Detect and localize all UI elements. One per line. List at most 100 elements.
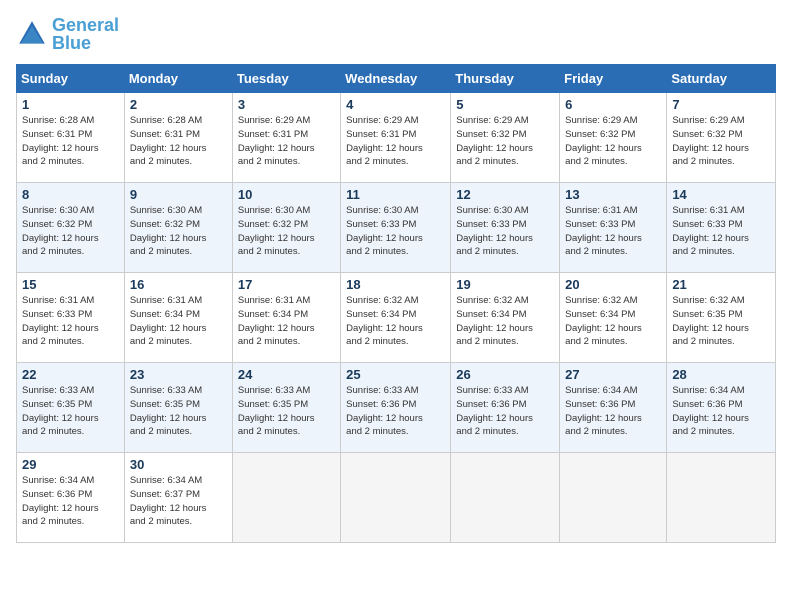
day-number: 13 — [565, 187, 661, 202]
day-info: Sunrise: 6:32 AM Sunset: 6:34 PM Dayligh… — [456, 294, 554, 349]
day-number: 27 — [565, 367, 661, 382]
calendar-cell: 14 Sunrise: 6:31 AM Sunset: 6:33 PM Dayli… — [667, 183, 776, 273]
day-info: Sunrise: 6:31 AM Sunset: 6:33 PM Dayligh… — [565, 204, 661, 259]
day-number: 2 — [130, 97, 227, 112]
day-number: 5 — [456, 97, 554, 112]
day-number: 28 — [672, 367, 770, 382]
day-number: 25 — [346, 367, 445, 382]
calendar-week-row: 1 Sunrise: 6:28 AM Sunset: 6:31 PM Daylig… — [17, 93, 776, 183]
calendar-cell: 9 Sunrise: 6:30 AM Sunset: 6:32 PM Daylig… — [124, 183, 232, 273]
day-info: Sunrise: 6:30 AM Sunset: 6:33 PM Dayligh… — [456, 204, 554, 259]
day-info: Sunrise: 6:29 AM Sunset: 6:32 PM Dayligh… — [456, 114, 554, 169]
day-number: 20 — [565, 277, 661, 292]
day-number: 24 — [238, 367, 335, 382]
day-info: Sunrise: 6:31 AM Sunset: 6:34 PM Dayligh… — [130, 294, 227, 349]
day-info: Sunrise: 6:32 AM Sunset: 6:34 PM Dayligh… — [346, 294, 445, 349]
calendar-week-row: 29 Sunrise: 6:34 AM Sunset: 6:36 PM Dayli… — [17, 453, 776, 543]
calendar-cell — [667, 453, 776, 543]
calendar-cell: 30 Sunrise: 6:34 AM Sunset: 6:37 PM Dayli… — [124, 453, 232, 543]
day-info: Sunrise: 6:34 AM Sunset: 6:37 PM Dayligh… — [130, 474, 227, 529]
calendar-cell: 25 Sunrise: 6:33 AM Sunset: 6:36 PM Dayli… — [341, 363, 451, 453]
day-number: 9 — [130, 187, 227, 202]
day-info: Sunrise: 6:29 AM Sunset: 6:32 PM Dayligh… — [565, 114, 661, 169]
logo-icon — [16, 18, 48, 50]
weekday-header-wednesday: Wednesday — [341, 65, 451, 93]
day-number: 14 — [672, 187, 770, 202]
calendar-table: SundayMondayTuesdayWednesdayThursdayFrid… — [16, 64, 776, 543]
calendar-cell: 20 Sunrise: 6:32 AM Sunset: 6:34 PM Dayli… — [560, 273, 667, 363]
day-number: 18 — [346, 277, 445, 292]
day-info: Sunrise: 6:28 AM Sunset: 6:31 PM Dayligh… — [130, 114, 227, 169]
day-info: Sunrise: 6:33 AM Sunset: 6:36 PM Dayligh… — [346, 384, 445, 439]
day-number: 10 — [238, 187, 335, 202]
calendar-cell: 21 Sunrise: 6:32 AM Sunset: 6:35 PM Dayli… — [667, 273, 776, 363]
calendar-cell: 22Sunrise: 6:33 AM Sunset: 6:35 PM Dayli… — [17, 363, 125, 453]
day-info: Sunrise: 6:31 AM Sunset: 6:33 PM Dayligh… — [22, 294, 119, 349]
logo-text: General Blue — [52, 16, 119, 52]
calendar-cell: 4 Sunrise: 6:29 AM Sunset: 6:31 PM Daylig… — [341, 93, 451, 183]
calendar-cell: 13 Sunrise: 6:31 AM Sunset: 6:33 PM Dayli… — [560, 183, 667, 273]
day-info: Sunrise: 6:32 AM Sunset: 6:35 PM Dayligh… — [672, 294, 770, 349]
calendar-cell: 17 Sunrise: 6:31 AM Sunset: 6:34 PM Dayli… — [232, 273, 340, 363]
header: General Blue — [16, 16, 776, 52]
calendar-week-row: 15 Sunrise: 6:31 AM Sunset: 6:33 PM Dayli… — [17, 273, 776, 363]
day-info: Sunrise: 6:30 AM Sunset: 6:32 PM Dayligh… — [238, 204, 335, 259]
calendar-cell: 16 Sunrise: 6:31 AM Sunset: 6:34 PM Dayli… — [124, 273, 232, 363]
day-info: Sunrise: 6:30 AM Sunset: 6:32 PM Dayligh… — [130, 204, 227, 259]
day-number: 21 — [672, 277, 770, 292]
day-number: 23 — [130, 367, 227, 382]
calendar-cell: 26 Sunrise: 6:33 AM Sunset: 6:36 PM Dayli… — [451, 363, 560, 453]
day-number: 19 — [456, 277, 554, 292]
day-info: Sunrise: 6:30 AM Sunset: 6:33 PM Dayligh… — [346, 204, 445, 259]
weekday-header-friday: Friday — [560, 65, 667, 93]
calendar-cell — [560, 453, 667, 543]
day-number: 6 — [565, 97, 661, 112]
weekday-header-thursday: Thursday — [451, 65, 560, 93]
day-info: Sunrise: 6:31 AM Sunset: 6:33 PM Dayligh… — [672, 204, 770, 259]
day-info: Sunrise: 6:34 AM Sunset: 6:36 PM Dayligh… — [672, 384, 770, 439]
day-number: 15 — [22, 277, 119, 292]
day-number: 12 — [456, 187, 554, 202]
day-number: 29 — [22, 457, 119, 472]
calendar-cell: 5 Sunrise: 6:29 AM Sunset: 6:32 PM Daylig… — [451, 93, 560, 183]
calendar-cell — [451, 453, 560, 543]
day-number: 26 — [456, 367, 554, 382]
day-info: Sunrise: 6:31 AM Sunset: 6:34 PM Dayligh… — [238, 294, 335, 349]
weekday-header-sunday: Sunday — [17, 65, 125, 93]
day-number: 8 — [22, 187, 119, 202]
day-number: 7 — [672, 97, 770, 112]
day-info: Sunrise: 6:29 AM Sunset: 6:32 PM Dayligh… — [672, 114, 770, 169]
day-info: Sunrise: 6:29 AM Sunset: 6:31 PM Dayligh… — [346, 114, 445, 169]
calendar-cell — [341, 453, 451, 543]
calendar-cell: 15 Sunrise: 6:31 AM Sunset: 6:33 PM Dayli… — [17, 273, 125, 363]
day-info: Sunrise: 6:32 AM Sunset: 6:34 PM Dayligh… — [565, 294, 661, 349]
day-info: Sunrise: 6:30 AM Sunset: 6:32 PM Dayligh… — [22, 204, 119, 259]
day-number: 30 — [130, 457, 227, 472]
day-info: Sunrise: 6:33 AM Sunset: 6:35 PM Dayligh… — [238, 384, 335, 439]
calendar-cell: 8 Sunrise: 6:30 AM Sunset: 6:32 PM Daylig… — [17, 183, 125, 273]
day-number: 1 — [22, 97, 119, 112]
calendar-cell: 27Sunrise: 6:34 AM Sunset: 6:36 PM Dayli… — [560, 363, 667, 453]
calendar-cell: 29 Sunrise: 6:34 AM Sunset: 6:36 PM Dayli… — [17, 453, 125, 543]
day-number: 11 — [346, 187, 445, 202]
day-info: Sunrise: 6:33 AM Sunset: 6:35 PM Dayligh… — [130, 384, 227, 439]
calendar-cell: 10 Sunrise: 6:30 AM Sunset: 6:32 PM Dayli… — [232, 183, 340, 273]
calendar-cell: 23 Sunrise: 6:33 AM Sunset: 6:35 PM Dayli… — [124, 363, 232, 453]
day-info: Sunrise: 6:33 AM Sunset: 6:36 PM Dayligh… — [456, 384, 554, 439]
logo: General Blue — [16, 16, 119, 52]
calendar-cell: 1Sunrise: 6:28 AM Sunset: 6:31 PM Daylig… — [17, 93, 125, 183]
calendar-cell: 12 Sunrise: 6:30 AM Sunset: 6:33 PM Dayli… — [451, 183, 560, 273]
day-number: 17 — [238, 277, 335, 292]
calendar-body: 1 Sunrise: 6:28 AM Sunset: 6:31 PM Daylig… — [17, 93, 776, 543]
calendar-cell: 24 Sunrise: 6:33 AM Sunset: 6:35 PM Dayli… — [232, 363, 340, 453]
day-number: 4 — [346, 97, 445, 112]
calendar-cell: 7 Sunrise: 6:29 AM Sunset: 6:32 PM Daylig… — [667, 93, 776, 183]
calendar-week-row: 8 Sunrise: 6:30 AM Sunset: 6:32 PM Daylig… — [17, 183, 776, 273]
calendar-cell — [232, 453, 340, 543]
weekday-header-row: SundayMondayTuesdayWednesdayThursdayFrid… — [17, 65, 776, 93]
calendar-cell: 6 Sunrise: 6:29 AM Sunset: 6:32 PM Daylig… — [560, 93, 667, 183]
day-number: 16 — [130, 277, 227, 292]
day-info: Sunrise: 6:34 AM Sunset: 6:36 PM Dayligh… — [22, 474, 119, 529]
day-number: 3 — [238, 97, 335, 112]
day-info: Sunrise: 6:33 AM Sunset: 6:35 PM Dayligh… — [22, 384, 119, 439]
